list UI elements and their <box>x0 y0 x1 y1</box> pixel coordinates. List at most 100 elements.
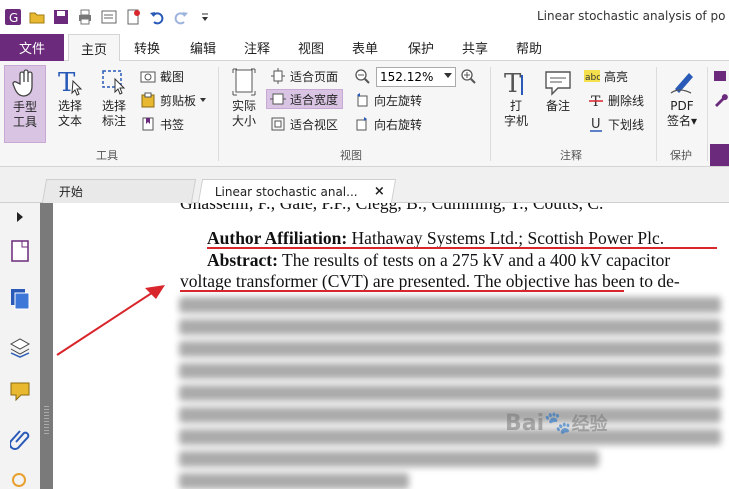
actual-size-icon <box>228 65 260 99</box>
close-tab-icon[interactable]: × <box>374 184 385 199</box>
tab-form[interactable]: 表单 <box>342 34 388 61</box>
ribbon-separator <box>490 67 491 161</box>
print-icon[interactable] <box>76 8 94 26</box>
document-tab-bar: 开始 Linear stochastic anal... × <box>0 167 729 203</box>
tab-help[interactable]: 帮助 <box>506 34 552 61</box>
tab-view[interactable]: 视图 <box>288 34 334 61</box>
layers-pages-icon[interactable] <box>8 287 32 311</box>
new-document-icon[interactable] <box>124 8 142 26</box>
note-button[interactable]: 备注 <box>538 65 578 114</box>
ribbon-home: 手型 工具 T 选择 文本 选择 标注 截图 剪贴板 书签 工具 实际 大小 适… <box>0 61 729 167</box>
hand-icon <box>9 66 41 100</box>
zoom-dropdown-icon[interactable] <box>444 73 452 78</box>
zoom-out-icon <box>354 68 370 84</box>
rotate-left-icon <box>354 92 370 108</box>
share-overflow-icon[interactable] <box>712 66 728 86</box>
undo-icon[interactable] <box>148 8 166 26</box>
underline-icon: U <box>588 116 604 132</box>
panel-splitter[interactable] <box>40 203 53 489</box>
fit-width-button[interactable]: 适合宽度 <box>266 89 344 109</box>
tab-share[interactable]: 共享 <box>452 34 498 61</box>
group-label-comment: 注释 <box>560 149 582 162</box>
doc-tab-current[interactable]: Linear stochastic anal... × <box>197 179 397 203</box>
tools-overflow-icon[interactable] <box>712 90 728 110</box>
camera-icon <box>140 68 156 84</box>
pdf-sign-button[interactable]: PDF 签名▾ <box>660 65 704 129</box>
page-thumbnail-icon[interactable] <box>8 239 32 263</box>
tab-comment[interactable]: 注释 <box>234 34 280 61</box>
doc-tab-start[interactable]: 开始 <box>41 179 197 203</box>
purple-group-button[interactable] <box>710 144 729 166</box>
tab-convert[interactable]: 转换 <box>124 34 170 61</box>
tab-protect[interactable]: 保护 <box>398 34 444 61</box>
typewriter-button[interactable]: T 打 字机 <box>496 65 536 129</box>
svg-text:G: G <box>9 11 18 25</box>
bookmark-button[interactable]: 书签 <box>140 114 184 134</box>
redo-icon[interactable] <box>172 8 190 26</box>
expand-panel-icon[interactable] <box>8 205 32 229</box>
rotate-right-button[interactable]: 向右旋转 <box>354 114 422 134</box>
wrench-icon <box>712 92 728 108</box>
select-text-icon: T <box>54 65 86 99</box>
fit-page-button[interactable]: 适合页面 <box>270 66 338 86</box>
clipboard-button[interactable]: 剪贴板 <box>140 90 207 110</box>
fit-visible-icon <box>270 116 286 132</box>
pdf-page: Ghassemi, F.; Gale, P.F.; Clegg, B.; Cum… <box>53 203 729 489</box>
chevron-down-icon <box>200 98 207 102</box>
group-label-protect: 保护 <box>670 149 692 162</box>
select-annotation-button[interactable]: 选择 标注 <box>94 65 134 129</box>
underline-button[interactable]: U 下划线 <box>588 114 644 134</box>
zoom-in-icon <box>460 68 476 84</box>
snapshot-button[interactable]: 截图 <box>140 66 184 86</box>
baidu-watermark: Bai🐾经验 <box>505 411 608 436</box>
hand-tool-button[interactable]: 手型 工具 <box>4 65 46 143</box>
group-label-tools: 工具 <box>96 149 118 162</box>
navigation-panel <box>0 203 40 489</box>
red-arrow-annotation[interactable] <box>53 203 729 489</box>
layers-icon[interactable] <box>8 335 32 359</box>
tab-file[interactable]: 文件 <box>0 34 64 61</box>
ribbon-tab-bar: 文件 主页 转换 编辑 注释 视图 表单 保护 共享 帮助 <box>0 34 729 62</box>
bookmark-icon <box>140 116 156 132</box>
fit-visible-button[interactable]: 适合视区 <box>270 114 338 134</box>
app-logo-icon[interactable]: G <box>4 8 22 26</box>
note-icon <box>542 65 574 99</box>
open-folder-icon[interactable] <box>28 8 46 26</box>
actual-size-button[interactable]: 实际 大小 <box>224 65 264 129</box>
strikeout-icon: T <box>588 92 604 108</box>
clipboard-icon <box>140 92 156 108</box>
ribbon-separator <box>218 67 219 161</box>
svg-text:abc: abc <box>585 73 600 83</box>
comments-panel-icon[interactable] <box>8 379 32 403</box>
strikeout-button[interactable]: T 删除线 <box>588 90 644 110</box>
title-bar: G Linear stochastic analysis of po <box>0 0 729 34</box>
rotate-right-icon <box>354 116 370 132</box>
svg-text:U: U <box>591 117 601 132</box>
svg-text:T: T <box>504 69 522 97</box>
tab-edit[interactable]: 编辑 <box>180 34 226 61</box>
search-panel-icon[interactable] <box>8 469 32 489</box>
app-window: G Linear stochastic analysis of po 文件 主页… <box>0 0 729 489</box>
zoom-out-button[interactable] <box>354 66 370 86</box>
typewriter-icon: T <box>500 65 532 99</box>
pen-sign-icon <box>666 65 698 99</box>
share-icon <box>712 68 728 84</box>
select-annotation-icon <box>98 65 130 99</box>
window-title: Linear stochastic analysis of po <box>537 9 726 23</box>
properties-icon[interactable] <box>100 8 118 26</box>
save-icon[interactable] <box>52 8 70 26</box>
zoom-level-input[interactable]: 152.12% <box>376 67 456 87</box>
splitter-grip[interactable] <box>44 406 49 434</box>
select-text-button[interactable]: T 选择 文本 <box>50 65 90 129</box>
highlight-button[interactable]: abc 高亮 <box>584 66 628 86</box>
attachment-icon[interactable] <box>8 427 32 451</box>
document-view[interactable]: Ghassemi, F.; Gale, P.F.; Clegg, B.; Cum… <box>53 203 729 489</box>
group-label-view: 视图 <box>340 149 362 162</box>
quick-access-toolbar: G <box>4 7 214 27</box>
rotate-left-button[interactable]: 向左旋转 <box>354 90 422 110</box>
ribbon-separator <box>707 67 708 161</box>
customize-dropdown-icon[interactable] <box>196 8 214 26</box>
zoom-in-button[interactable] <box>460 66 476 86</box>
fit-width-icon <box>270 91 286 107</box>
tab-home[interactable]: 主页 <box>68 34 120 62</box>
